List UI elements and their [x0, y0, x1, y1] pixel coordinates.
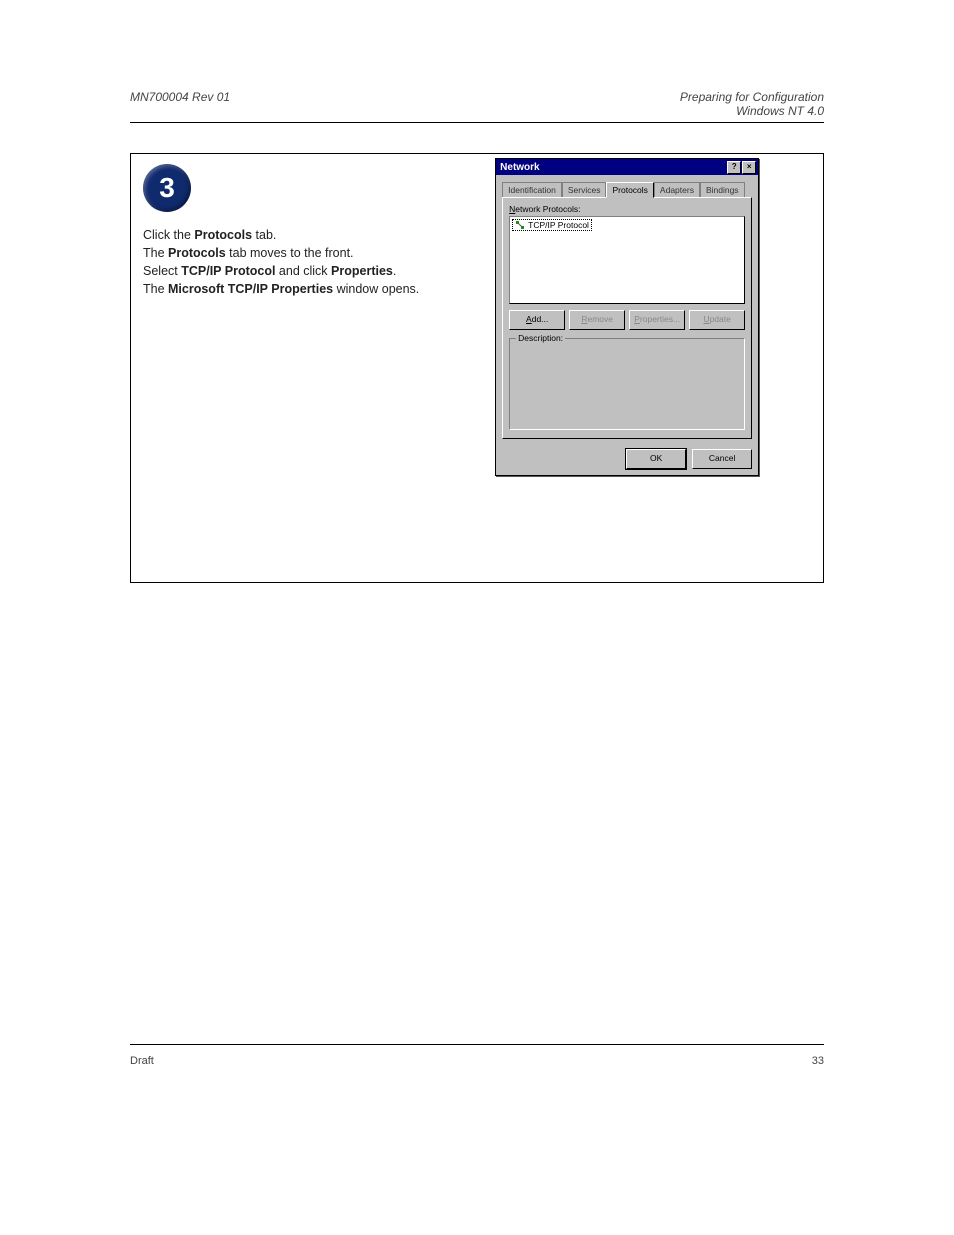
- header-section: Preparing for Configuration Windows NT 4…: [680, 90, 824, 118]
- header-subtitle: Windows NT 4.0: [680, 104, 824, 118]
- help-icon[interactable]: ?: [727, 161, 741, 174]
- network-dialog: Network ? × Identification Services Prot…: [495, 158, 759, 476]
- footer-left: Draft: [130, 1055, 154, 1067]
- footer-rule: [130, 1044, 824, 1045]
- instr-text: window opens.: [333, 282, 419, 296]
- tab-strip: Identification Services Protocols Adapte…: [502, 181, 752, 197]
- btn-rest: pdate: [710, 314, 731, 324]
- instruction-text: Click the Protocols tab. The Protocols t…: [143, 226, 475, 299]
- protocol-icon: [515, 220, 525, 230]
- remove-button[interactable]: Remove: [569, 310, 625, 330]
- page: MN700004 Rev 01 Preparing for Configurat…: [0, 0, 954, 1235]
- description-groupbox: Description:: [509, 338, 745, 430]
- dialog-footer: OK Cancel: [496, 445, 758, 475]
- close-icon[interactable]: ×: [742, 161, 756, 174]
- instr-bold-protocols2: Protocols: [168, 246, 226, 260]
- cancel-button[interactable]: Cancel: [692, 449, 752, 469]
- instr-bold-tcpprops: Microsoft TCP/IP Properties: [168, 282, 333, 296]
- tab-bindings[interactable]: Bindings: [700, 182, 745, 198]
- header-doc-id: MN700004 Rev 01: [130, 90, 230, 104]
- instr-text: and click: [275, 264, 331, 278]
- description-label: Description:: [516, 333, 565, 343]
- properties-button[interactable]: Properties...: [629, 310, 685, 330]
- network-protocols-label: Network Protocols:: [509, 204, 745, 214]
- titlebar[interactable]: Network ? ×: [496, 159, 758, 175]
- instr-bold-protocols: Protocols: [194, 228, 252, 242]
- instr-text: Select: [143, 264, 181, 278]
- instr-text: .: [393, 264, 396, 278]
- list-item-label: TCP/IP Protocol: [528, 220, 589, 230]
- button-row: Add... Remove Properties... Update: [509, 310, 745, 330]
- instr-text: tab moves to the front.: [226, 246, 354, 260]
- page-header: MN700004 Rev 01 Preparing for Configurat…: [130, 90, 824, 123]
- tab-panel: Network Protocols: TCP/IP Protocol Add..…: [502, 197, 752, 439]
- screenshot-column: Network ? × Identification Services Prot…: [487, 154, 823, 582]
- btn-rest: emove: [587, 314, 613, 324]
- instr-bold-tcp: TCP/IP Protocol: [181, 264, 275, 278]
- tab-services[interactable]: Services: [562, 182, 607, 198]
- btn-rest: roperties...: [640, 314, 680, 324]
- step-number-badge: 3: [143, 164, 191, 212]
- tab-adapters[interactable]: Adapters: [654, 182, 700, 198]
- btn-rest: dd...: [532, 314, 549, 324]
- instr-text: The: [143, 282, 168, 296]
- instr-bold-properties: Properties: [331, 264, 393, 278]
- instr-text: tab.: [252, 228, 276, 242]
- instruction-column: 3 Click the Protocols tab. The Protocols…: [131, 154, 487, 582]
- label-rest: etwork Protocols:: [515, 204, 580, 214]
- instr-text: The: [143, 246, 168, 260]
- page-footer: Draft 33: [130, 1055, 824, 1067]
- header-title: Preparing for Configuration: [680, 90, 824, 104]
- add-button[interactable]: Add...: [509, 310, 565, 330]
- dialog-body: Identification Services Protocols Adapte…: [496, 175, 758, 445]
- ok-button[interactable]: OK: [626, 449, 686, 469]
- footer-page-number: 33: [812, 1055, 824, 1067]
- content-frame: 3 Click the Protocols tab. The Protocols…: [130, 153, 824, 583]
- tab-protocols[interactable]: Protocols: [606, 182, 653, 198]
- instr-text: Click the: [143, 228, 194, 242]
- titlebar-buttons: ? ×: [726, 161, 756, 174]
- protocols-listbox[interactable]: TCP/IP Protocol: [509, 216, 745, 304]
- list-item-tcpip[interactable]: TCP/IP Protocol: [512, 219, 592, 231]
- update-button[interactable]: Update: [689, 310, 745, 330]
- dialog-title: Network: [498, 162, 539, 173]
- tab-identification[interactable]: Identification: [502, 182, 562, 198]
